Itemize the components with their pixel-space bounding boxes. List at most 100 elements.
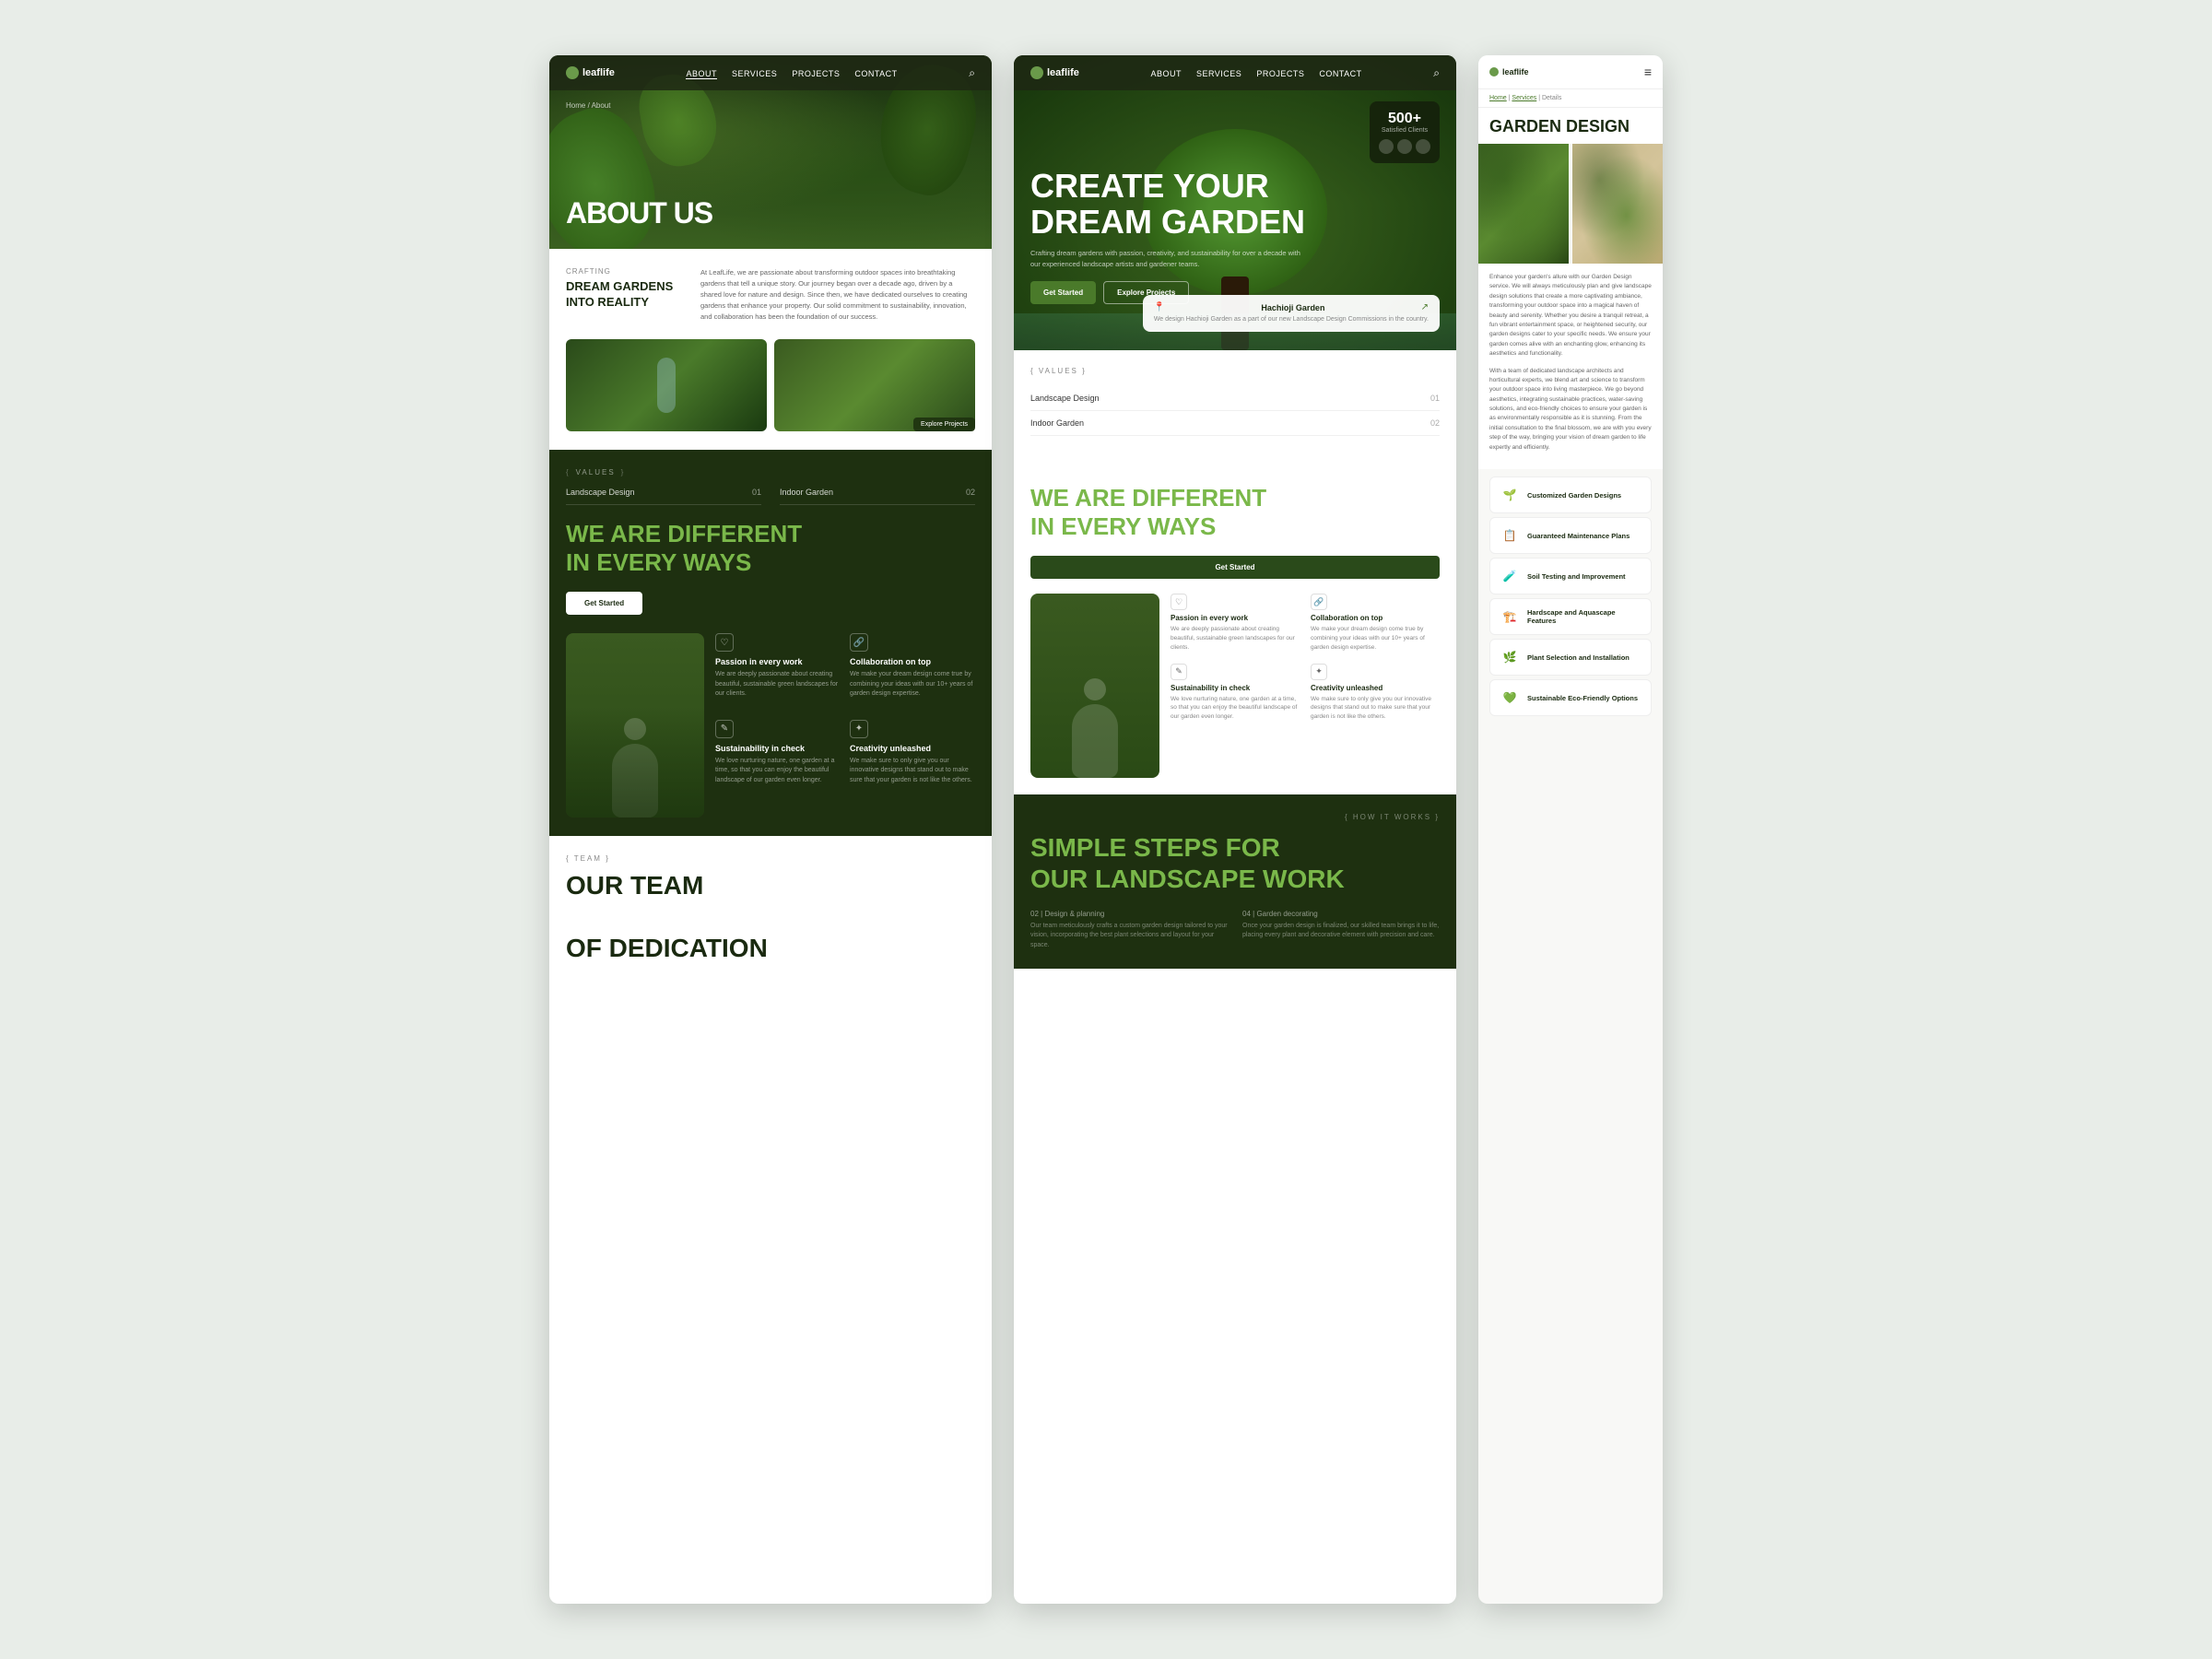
nav-services[interactable]: SERVICES bbox=[732, 69, 777, 78]
about-logo[interactable]: leaflife bbox=[566, 66, 615, 79]
circle-2 bbox=[1397, 139, 1412, 154]
get-started-button[interactable]: Get Started bbox=[566, 592, 642, 615]
hamburger-menu-icon[interactable]: ≡ bbox=[1644, 65, 1652, 79]
logo-icon bbox=[1030, 66, 1043, 79]
about-photos-grid: Explore Projects bbox=[566, 339, 975, 431]
explore-projects-overlay[interactable]: Explore Projects bbox=[913, 418, 975, 431]
garden-photo-1 bbox=[566, 339, 767, 431]
feature-title: Collaboration on top bbox=[1311, 614, 1440, 622]
service-name: Guaranteed Maintenance Plans bbox=[1527, 532, 1630, 540]
steps-section: { HOW IT WORKS } SIMPLE STEPS FOR OUR LA… bbox=[1014, 794, 1456, 969]
about-dark-section: VALUES Landscape Design 01 Indoor Garden… bbox=[549, 450, 992, 836]
person-head bbox=[624, 718, 646, 740]
feature-title: Passion in every work bbox=[1171, 614, 1300, 622]
breadcrumb-home[interactable]: Home bbox=[1489, 95, 1507, 101]
circle-3 bbox=[1416, 139, 1430, 154]
feature-desc: We make sure to only give you our innova… bbox=[1311, 695, 1440, 722]
services-list: 🌱 Customized Garden Designs 📋 Guaranteed… bbox=[1478, 469, 1663, 727]
feature-title: Creativity unleashed bbox=[1311, 684, 1440, 692]
nav-about[interactable]: ABOUT bbox=[1150, 69, 1182, 78]
nav-contact[interactable]: CONTACT bbox=[854, 69, 897, 78]
get-started-button-main[interactable]: Get Started bbox=[1030, 556, 1440, 579]
badge-label: Satisfied Clients bbox=[1379, 127, 1430, 134]
garden-image-2 bbox=[1572, 144, 1663, 264]
star-icon: ✦ bbox=[850, 720, 868, 738]
team-tag: { TEAM } bbox=[566, 854, 975, 863]
nav-services[interactable]: SERVICES bbox=[1196, 69, 1241, 78]
garden-image-1 bbox=[1478, 144, 1569, 264]
nav-projects[interactable]: PROJECTS bbox=[792, 69, 840, 78]
service-soil-testing[interactable]: 🧪 Soil Testing and Improvement bbox=[1489, 558, 1652, 594]
location-name: Hachioji Garden bbox=[1261, 303, 1324, 312]
feature-collaboration: 🔗 Collaboration on top We make your drea… bbox=[1311, 594, 1440, 652]
service-plant-selection[interactable]: 🌿 Plant Selection and Installation bbox=[1489, 639, 1652, 676]
nav-projects[interactable]: PROJECTS bbox=[1256, 69, 1304, 78]
step-number: 02 | Design & planning bbox=[1030, 910, 1228, 918]
mobile-logo[interactable]: leaflife bbox=[1489, 67, 1529, 76]
service-maintenance-plans[interactable]: 📋 Guaranteed Maintenance Plans bbox=[1489, 517, 1652, 554]
about-nav: leaflife ABOUT SERVICES PROJECTS CONTACT… bbox=[549, 55, 992, 90]
mobile-images bbox=[1478, 144, 1663, 264]
main-hero: 500+ Satisfied Clients 📍 Hachioji Garden… bbox=[1014, 55, 1456, 350]
service-name: Soil Testing and Improvement bbox=[1527, 572, 1626, 581]
breadcrumb-services[interactable]: Services bbox=[1512, 95, 1536, 101]
badge-circles bbox=[1379, 139, 1430, 154]
get-started-button[interactable]: Get Started bbox=[1030, 281, 1096, 304]
person-silhouette bbox=[612, 744, 658, 818]
services-list: Landscape Design 01 Indoor Garden 02 bbox=[1030, 386, 1440, 436]
person-head bbox=[1084, 678, 1106, 700]
feature-desc-passion: We are deeply passionate about creating … bbox=[715, 670, 841, 700]
main-logo[interactable]: leaflife bbox=[1030, 66, 1079, 79]
step-decorating: 04 | Garden decorating Once your garden … bbox=[1242, 910, 1440, 951]
service-eco-friendly[interactable]: 💚 Sustainable Eco-Friendly Options bbox=[1489, 679, 1652, 716]
garden-design-icon: 🌱 bbox=[1500, 485, 1520, 505]
nav-contact[interactable]: CONTACT bbox=[1319, 69, 1361, 78]
link-icon: 🔗 bbox=[1311, 594, 1327, 610]
crafting-row: CRAFTING DREAM GARDENS INTO REALITY At L… bbox=[566, 267, 975, 323]
service-name: Customized Garden Designs bbox=[1527, 491, 1621, 500]
hero-title: CREATE YOUR DREAM GARDEN bbox=[1030, 168, 1440, 241]
different-content-row: ♡ Passion in every work We are deeply pa… bbox=[1030, 594, 1440, 778]
different-title: WE ARE DIFFERENT IN EVERY WAYS bbox=[566, 520, 975, 577]
garden-description: Enhance your garden's allure with our Ga… bbox=[1478, 264, 1663, 469]
description-paragraph-1: Enhance your garden's allure with our Ga… bbox=[1489, 273, 1652, 359]
search-icon[interactable]: ⌕ bbox=[1433, 66, 1440, 80]
breadcrumb: Home | Services | Details bbox=[1478, 89, 1663, 108]
service-name: Hardscape and Aquascape Features bbox=[1527, 608, 1641, 625]
feature-creativity: ✦ Creativity unleashed We make sure to o… bbox=[1311, 664, 1440, 722]
feature-desc-creative: We make sure to only give you our innova… bbox=[850, 757, 975, 786]
feature-sustainability: ✎ Sustainability in check We love nurtur… bbox=[715, 720, 841, 786]
hero-content: CREATE YOUR DREAM GARDEN Crafting dream … bbox=[1030, 168, 1440, 304]
search-icon[interactable]: ⌕ bbox=[969, 66, 975, 80]
plant-icon: 🌿 bbox=[1500, 647, 1520, 667]
circle-1 bbox=[1379, 139, 1394, 154]
star-icon: ✦ bbox=[1311, 664, 1327, 680]
feature-title-passion: Passion in every work bbox=[715, 657, 841, 666]
mobile-panel: leaflife ≡ Home | Services | Details GAR… bbox=[1478, 55, 1663, 1604]
step-number: 04 | Garden decorating bbox=[1242, 910, 1440, 918]
feature-title-sustain: Sustainability in check bbox=[715, 744, 841, 753]
feature-sustainability: ✎ Sustainability in check We love nurtur… bbox=[1171, 664, 1300, 722]
location-description: We design Hachioji Garden as a part of o… bbox=[1154, 315, 1429, 324]
nav-about[interactable]: ABOUT bbox=[686, 69, 717, 79]
hero-subtitle: Crafting dream gardens with passion, cre… bbox=[1030, 248, 1307, 270]
different-section: WE ARE DIFFERENT IN EVERY WAYS Get Start… bbox=[566, 520, 975, 615]
crafting-label: CRAFTING bbox=[566, 267, 686, 276]
soil-icon: 🧪 bbox=[1500, 566, 1520, 586]
pencil-icon: ✎ bbox=[715, 720, 734, 738]
features-grid: ♡ Passion in every work We are deeply pa… bbox=[1171, 594, 1440, 722]
description-paragraph-2: With a team of dedicated landscape archi… bbox=[1489, 367, 1652, 453]
service-indoor: Indoor Garden 02 bbox=[1030, 411, 1440, 436]
logo-icon bbox=[1489, 67, 1499, 76]
garden-photo-2: Explore Projects bbox=[774, 339, 975, 431]
steps-title: SIMPLE STEPS FOR OUR LANDSCAPE WORK bbox=[1030, 832, 1440, 894]
person-body bbox=[1072, 704, 1118, 778]
team-title: OUR TEAM OF DEDICATION bbox=[566, 870, 975, 963]
feature-creativity: ✦ Creativity unleashed We make sure to o… bbox=[850, 720, 975, 786]
about-nav-links: ABOUT SERVICES PROJECTS CONTACT bbox=[686, 65, 897, 81]
service-hardscape[interactable]: 🏗️ Hardscape and Aquascape Features bbox=[1489, 598, 1652, 635]
explore-projects-button[interactable]: Explore Projects bbox=[1103, 281, 1189, 304]
service-name: Plant Selection and Installation bbox=[1527, 653, 1630, 662]
service-customized-gardens[interactable]: 🌱 Customized Garden Designs bbox=[1489, 477, 1652, 513]
page-title: ABOUT US bbox=[566, 196, 712, 230]
